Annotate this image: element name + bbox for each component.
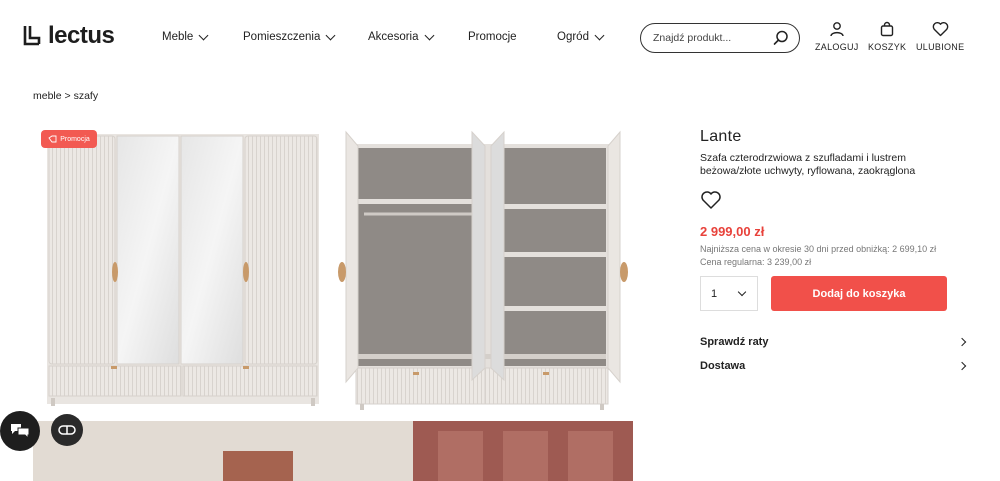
breadcrumb: meble > szafy (33, 90, 98, 102)
search-input[interactable] (653, 32, 768, 44)
login-button[interactable]: ZALOGUJ (815, 21, 859, 52)
product-price: 2 999,00 zł (700, 224, 765, 239)
cart-label: KOSZYK (868, 42, 907, 52)
cart-button[interactable]: KOSZYK (868, 21, 906, 52)
lowest-price-note: Najniższa cena w okresie 30 dni przed ob… (700, 244, 937, 254)
favorites-button[interactable]: ULUBIONE (916, 21, 964, 52)
wishlist-button[interactable] (700, 190, 724, 214)
nav-item-label: Meble (162, 31, 194, 43)
promo-badge: Promocja (41, 130, 97, 148)
accordion-label: Dostawa (700, 360, 746, 372)
brand-name: lectus (48, 22, 115, 49)
promo-badge-label: Promocja (60, 135, 90, 143)
nav-item-label: Akcesoria (368, 31, 419, 43)
chevron-right-icon (957, 361, 967, 371)
chevron-down-icon (737, 287, 747, 296)
tag-icon (48, 135, 57, 143)
nav-item-akcesoria[interactable]: Akcesoria (368, 30, 434, 43)
accordion-delivery[interactable]: Dostawa (700, 355, 968, 377)
nav-item-ogrod[interactable]: Ogród (557, 30, 605, 43)
product-image-closed[interactable] (33, 122, 328, 412)
chat-bubbles-icon (11, 424, 30, 440)
login-label: ZALOGUJ (815, 42, 859, 52)
heart-icon (932, 22, 949, 37)
breadcrumb-link[interactable]: szafy (74, 90, 99, 102)
chat-button[interactable] (0, 411, 40, 451)
nav-item-label: Pomieszczenia (243, 31, 321, 43)
product-description: Szafa czterodrzwiowa z szufladami i lust… (700, 152, 916, 177)
nav-item-meble[interactable]: Meble (162, 30, 209, 43)
wardrobe-closed-illustration (47, 134, 319, 406)
regular-price-note: Cena regularna: 3 239,00 zł (700, 257, 812, 267)
chevron-right-icon (957, 337, 967, 347)
quantity-select[interactable]: 1 (700, 276, 758, 311)
search-icon[interactable] (773, 30, 789, 46)
favorites-label: ULUBIONE (916, 42, 965, 52)
product-info: Lante Szafa czterodrzwiowa z szufladami … (700, 128, 970, 267)
user-icon (830, 22, 844, 37)
heart-icon (701, 191, 721, 209)
chevron-down-icon (325, 30, 336, 40)
quantity-value: 1 (711, 287, 718, 300)
logo-mark-icon (23, 26, 41, 46)
interior-photo-illustration (33, 421, 633, 481)
link-toggle-icon (58, 425, 76, 435)
add-to-cart-button[interactable]: Dodaj do koszyka (771, 276, 947, 311)
product-title: Lante (700, 128, 742, 145)
brand-logo[interactable]: lectus (22, 22, 115, 49)
nav-item-pomieszczenia[interactable]: Pomieszczenia (243, 30, 336, 43)
site-header: lectus Meble Pomieszczenia Akcesoria Pro… (0, 0, 1000, 78)
wardrobe-open-illustration (338, 130, 628, 410)
chevron-down-icon (594, 30, 605, 40)
product-image-interior[interactable] (33, 421, 633, 481)
nav-item-label: Promocje (468, 31, 517, 43)
shopping-bag-icon (880, 21, 894, 37)
nav-item-label: Ogród (557, 31, 589, 43)
chevron-down-icon (198, 30, 209, 40)
accordion-installments[interactable]: Sprawdź raty (700, 331, 968, 353)
search-box (640, 23, 800, 53)
breadcrumb-separator: > (64, 90, 71, 102)
nav-item-promocje[interactable]: Promocje (468, 31, 517, 43)
accordion-label: Sprawdź raty (700, 336, 769, 348)
chevron-down-icon (424, 30, 434, 40)
accessibility-button[interactable] (51, 414, 83, 446)
product-image-open[interactable] (338, 122, 633, 412)
breadcrumb-link[interactable]: meble (33, 90, 62, 102)
